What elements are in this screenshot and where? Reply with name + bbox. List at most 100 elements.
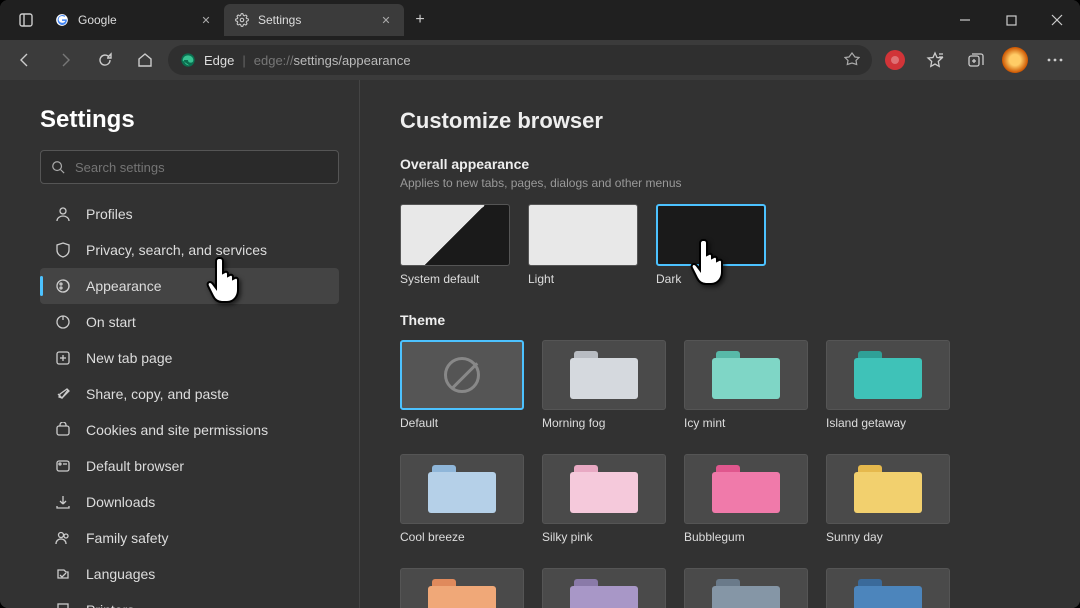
- edge-logo-icon: [180, 52, 196, 68]
- appearance-preview: [528, 204, 638, 266]
- theme-option-default[interactable]: Default: [400, 340, 524, 436]
- settings-nav: Profiles Privacy, search, and services App…: [40, 196, 339, 608]
- search-settings[interactable]: [40, 150, 339, 184]
- browser-window: Google ✕ Settings ✕ + Edge |: [0, 0, 1080, 608]
- settings-main: Customize browser Overall appearance App…: [360, 80, 1080, 608]
- maximize-button[interactable]: [988, 0, 1034, 40]
- nav-icon: [54, 493, 72, 511]
- nav-icon: [54, 241, 72, 259]
- close-window-button[interactable]: [1034, 0, 1080, 40]
- tab-label: Settings: [258, 13, 370, 27]
- appearance-label: Dark: [656, 270, 766, 292]
- settings-title: Settings: [40, 106, 339, 134]
- sidebar-item-label: Privacy, search, and services: [86, 242, 267, 258]
- sidebar-item-label: On start: [86, 314, 136, 330]
- close-icon[interactable]: ✕: [378, 12, 394, 28]
- profile-avatar[interactable]: [998, 44, 1032, 76]
- theme-title: Theme: [400, 312, 1040, 328]
- theme-option-silky-pink[interactable]: Silky pink: [542, 454, 666, 550]
- theme-option-10[interactable]: [684, 568, 808, 608]
- nav-icon: [54, 205, 72, 223]
- sidebar-item-label: New tab page: [86, 350, 172, 366]
- sidebar-item-label: Downloads: [86, 494, 155, 510]
- tab-settings[interactable]: Settings ✕: [224, 4, 404, 36]
- overall-appearance-sub: Applies to new tabs, pages, dialogs and …: [400, 176, 1040, 190]
- appearance-options: System default Light Dark: [400, 204, 1040, 292]
- theme-option-11[interactable]: [826, 568, 950, 608]
- theme-preview: [684, 568, 808, 608]
- nav-icon: [54, 277, 72, 295]
- appearance-option-system-default[interactable]: System default: [400, 204, 510, 292]
- refresh-button[interactable]: [88, 44, 122, 76]
- sidebar-item-label: Profiles: [86, 206, 133, 222]
- sidebar-item-label: Cookies and site permissions: [86, 422, 268, 438]
- theme-label: Cool breeze: [400, 528, 524, 550]
- search-input[interactable]: [75, 160, 328, 175]
- nav-icon: [54, 349, 72, 367]
- read-aloud-icon[interactable]: [844, 52, 860, 68]
- tab-actions-icon[interactable]: [8, 12, 44, 28]
- theme-label: Icy mint: [684, 414, 808, 436]
- back-button[interactable]: [8, 44, 42, 76]
- theme-option-icy-mint[interactable]: Icy mint: [684, 340, 808, 436]
- nav-icon: [54, 421, 72, 439]
- nav-icon: [54, 457, 72, 475]
- theme-option-bubblegum[interactable]: Bubblegum: [684, 454, 808, 550]
- appearance-label: Light: [528, 270, 638, 292]
- sidebar-item-label: Languages: [86, 566, 155, 582]
- new-tab-button[interactable]: +: [404, 4, 436, 36]
- close-icon[interactable]: ✕: [198, 12, 214, 28]
- theme-preview: [542, 454, 666, 524]
- sidebar-item-new-tab-page[interactable]: New tab page: [40, 340, 339, 376]
- theme-option-8[interactable]: [400, 568, 524, 608]
- theme-option-9[interactable]: [542, 568, 666, 608]
- sidebar-item-languages[interactable]: Languages: [40, 556, 339, 592]
- sidebar-item-profiles[interactable]: Profiles: [40, 196, 339, 232]
- sidebar-item-on-start[interactable]: On start: [40, 304, 339, 340]
- appearance-label: System default: [400, 270, 510, 292]
- sidebar-item-downloads[interactable]: Downloads: [40, 484, 339, 520]
- theme-preview: [684, 454, 808, 524]
- google-favicon: [54, 12, 70, 28]
- more-button[interactable]: [1038, 44, 1072, 76]
- theme-preview: [400, 454, 524, 524]
- theme-option-cool-breeze[interactable]: Cool breeze: [400, 454, 524, 550]
- theme-option-sunny-day[interactable]: Sunny day: [826, 454, 950, 550]
- theme-label: Sunny day: [826, 528, 950, 550]
- sidebar-item-privacy-search-and-services[interactable]: Privacy, search, and services: [40, 232, 339, 268]
- sidebar-item-label: Share, copy, and paste: [86, 386, 229, 402]
- forward-button[interactable]: [48, 44, 82, 76]
- theme-option-island-getaway[interactable]: Island getaway: [826, 340, 950, 436]
- home-button[interactable]: [128, 44, 162, 76]
- collections-button[interactable]: [958, 44, 992, 76]
- extension-badge[interactable]: [878, 44, 912, 76]
- url-text: edge://settings/appearance: [254, 53, 411, 68]
- theme-label: Bubblegum: [684, 528, 808, 550]
- theme-preview: [542, 568, 666, 608]
- theme-option-morning-fog[interactable]: Morning fog: [542, 340, 666, 436]
- sidebar-item-printers[interactable]: Printers: [40, 592, 339, 608]
- appearance-option-light[interactable]: Light: [528, 204, 638, 292]
- settings-sidebar: Settings Profiles Privacy, search, and se…: [0, 80, 360, 608]
- toolbar: Edge | edge://settings/appearance: [0, 40, 1080, 80]
- theme-label: Default: [400, 414, 524, 436]
- address-bar[interactable]: Edge | edge://settings/appearance: [168, 45, 872, 75]
- tab-google[interactable]: Google ✕: [44, 4, 224, 36]
- sidebar-item-share-copy-and-paste[interactable]: Share, copy, and paste: [40, 376, 339, 412]
- nav-icon: [54, 565, 72, 583]
- theme-preview: [826, 454, 950, 524]
- theme-preview: [400, 568, 524, 608]
- minimize-button[interactable]: [942, 0, 988, 40]
- sidebar-item-appearance[interactable]: Appearance: [40, 268, 339, 304]
- titlebar: Google ✕ Settings ✕ +: [0, 0, 1080, 40]
- sidebar-item-family-safety[interactable]: Family safety: [40, 520, 339, 556]
- sidebar-item-default-browser[interactable]: Default browser: [40, 448, 339, 484]
- sidebar-item-cookies-and-site-permissions[interactable]: Cookies and site permissions: [40, 412, 339, 448]
- sidebar-item-label: Printers: [86, 602, 134, 608]
- appearance-option-dark[interactable]: Dark: [656, 204, 766, 292]
- search-icon: [51, 160, 65, 174]
- favorites-button[interactable]: [918, 44, 952, 76]
- sidebar-item-label: Default browser: [86, 458, 184, 474]
- theme-label: Morning fog: [542, 414, 666, 436]
- page-heading: Customize browser: [400, 108, 1040, 134]
